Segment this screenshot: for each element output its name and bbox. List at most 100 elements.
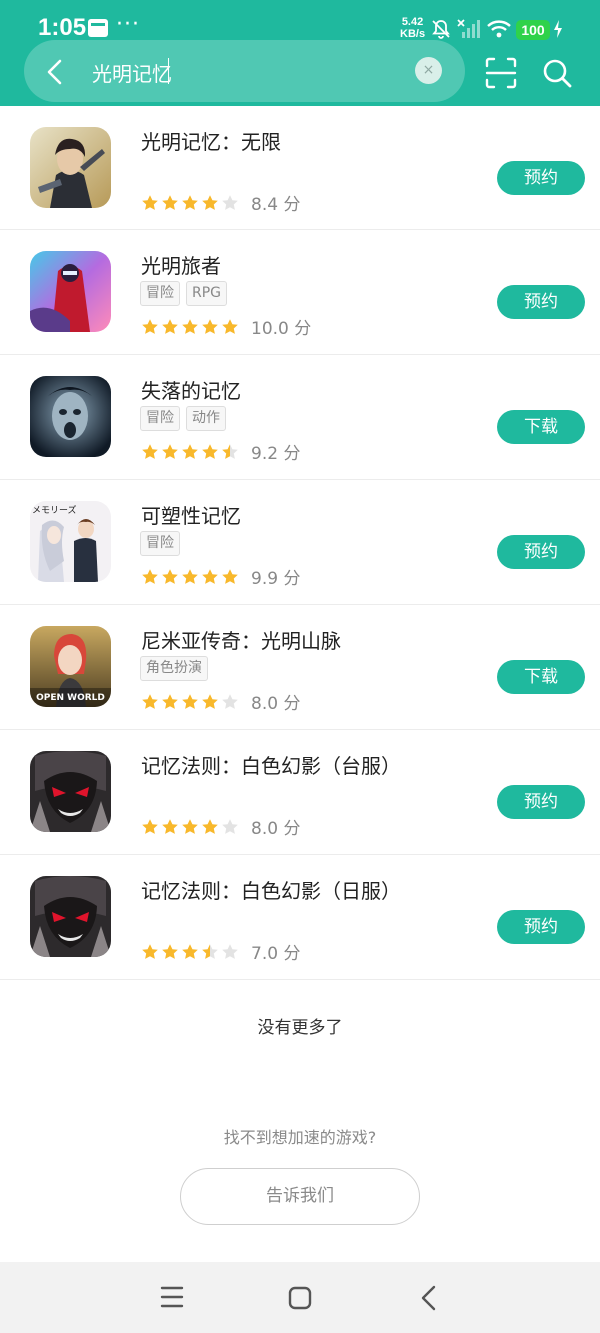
notification-app-icon xyxy=(88,19,108,37)
star-icon xyxy=(162,693,178,709)
status-time: 1:05 xyxy=(38,14,87,41)
star-icon xyxy=(162,818,178,834)
search-results-list: 光明记忆：无限 8.4 分 预约 光明旅者 冒险 RPG 10.0 分 预约 失… xyxy=(0,106,600,980)
star-icon xyxy=(202,318,218,334)
game-row[interactable]: 光明记忆：无限 8.4 分 预约 xyxy=(0,106,600,230)
star-icon xyxy=(182,943,198,959)
star-icon xyxy=(142,194,158,210)
star-icon xyxy=(182,568,198,584)
star-icon xyxy=(222,943,238,959)
star-icon xyxy=(162,194,178,210)
star-icon xyxy=(222,818,238,834)
star-rating xyxy=(141,693,239,711)
search-caret xyxy=(168,58,169,84)
app-header: 1:05 ··· 5.42 KB/s 100 光明记忆 × xyxy=(0,0,600,106)
back-arrow-icon[interactable] xyxy=(40,57,70,87)
end-of-list-text: 没有更多了 xyxy=(257,1018,343,1038)
rating: 9.2 分 xyxy=(141,439,300,464)
signal-icon xyxy=(457,19,480,38)
rating: 9.9 分 xyxy=(141,564,300,589)
reserve-button[interactable]: 预约 xyxy=(497,910,585,944)
clear-search-icon[interactable]: × xyxy=(415,57,442,84)
back-icon[interactable] xyxy=(416,1284,442,1312)
home-icon[interactable] xyxy=(287,1285,313,1311)
score: 7.0 分 xyxy=(251,944,301,964)
reserve-button[interactable]: 预约 xyxy=(497,161,585,195)
status-bar: 1:05 ··· 5.42 KB/s 100 xyxy=(0,0,600,44)
score: 9.9 分 xyxy=(251,569,301,589)
rating: 8.0 分 xyxy=(141,689,300,714)
status-more-icon: ··· xyxy=(116,12,140,37)
reserve-button[interactable]: 预约 xyxy=(497,785,585,819)
rating: 10.0 分 xyxy=(141,314,311,339)
star-icon xyxy=(202,943,218,959)
star-icon xyxy=(222,443,238,459)
star-icon xyxy=(142,943,158,959)
search-icon[interactable] xyxy=(540,56,574,90)
star-icon xyxy=(142,568,158,584)
network-speed: 5.42 KB/s xyxy=(400,16,425,40)
star-icon xyxy=(182,818,198,834)
game-title: 记忆法则：白色幻影（日服） xyxy=(141,879,401,903)
tag-list: 冒险 动作 xyxy=(140,406,226,431)
download-button[interactable]: 下载 xyxy=(497,660,585,694)
star-icon xyxy=(222,568,238,584)
tag: 冒险 xyxy=(140,406,180,431)
star-icon xyxy=(162,443,178,459)
network-speed-unit: KB/s xyxy=(400,28,426,40)
game-title: 光明旅者 xyxy=(141,254,221,278)
star-icon xyxy=(142,318,158,334)
star-icon xyxy=(222,693,238,709)
game-row[interactable]: メモリーズ 可塑性记忆 冒险 9.9 分 预约 xyxy=(0,480,600,605)
game-row[interactable]: OPEN WORLD 尼米亚传奇：光明山脉 角色扮演 8.0 分 下载 xyxy=(0,605,600,730)
system-nav-bar xyxy=(0,1262,600,1333)
tag: 冒险 xyxy=(140,281,180,306)
score: 8.0 分 xyxy=(251,819,301,839)
reserve-button[interactable]: 预约 xyxy=(497,285,585,319)
game-thumbnail: メモリーズ xyxy=(30,501,111,582)
game-thumbnail xyxy=(30,376,111,457)
star-icon xyxy=(182,693,198,709)
menu-icon[interactable] xyxy=(160,1284,184,1310)
charging-icon xyxy=(554,20,562,38)
thumb-logo-text: OPEN WORLD xyxy=(36,693,105,703)
star-rating xyxy=(141,194,239,212)
star-icon xyxy=(222,318,238,334)
star-rating xyxy=(141,818,239,836)
game-title: 光明记忆：无限 xyxy=(141,130,281,154)
wifi-icon xyxy=(487,20,511,38)
thumb-logo-text: メモリーズ xyxy=(32,504,77,516)
star-icon xyxy=(202,568,218,584)
rating: 7.0 分 xyxy=(141,939,300,964)
game-row[interactable]: 记忆法则：白色幻影（台服） 8.0 分 预约 xyxy=(0,730,600,855)
score: 9.2 分 xyxy=(251,444,301,464)
game-row[interactable]: 记忆法则：白色幻影（日服） 7.0 分 预约 xyxy=(0,855,600,980)
game-thumbnail: OPEN WORLD xyxy=(30,626,111,707)
star-icon xyxy=(202,693,218,709)
game-thumbnail xyxy=(30,251,111,332)
search-input[interactable] xyxy=(92,57,392,87)
tell-us-button[interactable]: 告诉我们 xyxy=(180,1168,420,1225)
game-title: 可塑性记忆 xyxy=(141,504,241,528)
star-icon xyxy=(142,693,158,709)
game-title: 尼米亚传奇：光明山脉 xyxy=(141,629,341,653)
game-title: 记忆法则：白色幻影（台服） xyxy=(141,754,401,778)
star-rating xyxy=(141,568,239,586)
game-row[interactable]: 失落的记忆 冒险 动作 9.2 分 下载 xyxy=(0,355,600,480)
star-icon xyxy=(202,818,218,834)
game-row[interactable]: 光明旅者 冒险 RPG 10.0 分 预约 xyxy=(0,230,600,355)
network-speed-value: 5.42 xyxy=(401,16,424,28)
star-rating xyxy=(141,443,239,461)
battery-level: 100 xyxy=(516,20,550,40)
tag: 动作 xyxy=(186,406,226,431)
star-icon xyxy=(182,194,198,210)
download-button[interactable]: 下载 xyxy=(497,410,585,444)
game-thumbnail xyxy=(30,127,111,208)
score: 8.4 分 xyxy=(251,195,301,215)
star-icon xyxy=(162,943,178,959)
reserve-button[interactable]: 预约 xyxy=(497,535,585,569)
scan-icon[interactable] xyxy=(484,56,518,90)
game-thumbnail xyxy=(30,876,111,957)
tag-list: 冒险 xyxy=(140,531,180,556)
star-icon xyxy=(142,818,158,834)
